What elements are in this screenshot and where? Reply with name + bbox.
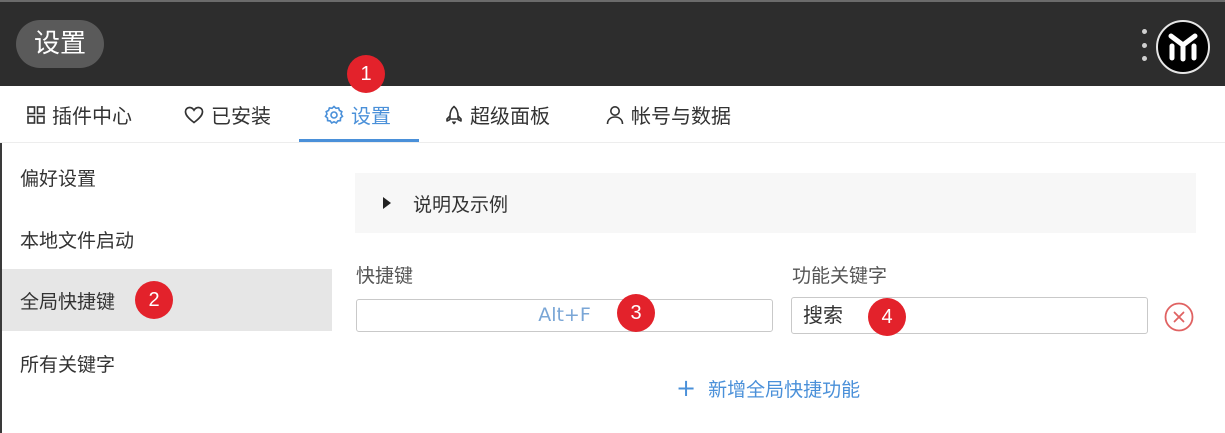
plus-icon: + bbox=[676, 374, 697, 402]
sidebar-item-label: 本地文件启动 bbox=[20, 229, 135, 252]
explain-label: 说明及示例 bbox=[413, 193, 509, 216]
add-button-label: 新增全局快捷功能 bbox=[708, 378, 861, 401]
tab-label: 已安装 bbox=[211, 104, 271, 128]
step-badge-1: 1 bbox=[347, 55, 385, 93]
top-bar: 设置 bbox=[0, 0, 1225, 86]
add-global-hotkey-button[interactable]: + 新增全局快捷功能 bbox=[676, 373, 860, 403]
tab-label: 设置 bbox=[351, 104, 391, 128]
app-logo-icon[interactable] bbox=[1156, 20, 1210, 74]
gear-icon bbox=[324, 104, 344, 124]
tab-settings[interactable]: 设置 bbox=[324, 86, 391, 143]
caret-right-icon bbox=[383, 197, 391, 209]
tab-plugin-center[interactable]: 插件中心 bbox=[27, 86, 132, 143]
sidebar-item-all-keywords[interactable]: 所有关键字 bbox=[2, 332, 332, 394]
sidebar-item-preferences[interactable]: 偏好设置 bbox=[2, 146, 332, 208]
grid-icon bbox=[27, 105, 45, 124]
sidebar-item-label: 偏好设置 bbox=[20, 167, 97, 190]
hotkey-input[interactable]: Alt+F bbox=[356, 299, 773, 332]
step-badge-2: 2 bbox=[135, 281, 173, 319]
tab-bar: 插件中心 已安装 设置 超级面板 帐号与数据 bbox=[0, 86, 1225, 143]
keyword-input[interactable]: 搜索 bbox=[791, 297, 1148, 334]
active-tab-indicator bbox=[299, 139, 419, 142]
rocket-icon bbox=[446, 105, 462, 124]
tab-label: 超级面板 bbox=[470, 104, 550, 128]
tab-label: 帐号与数据 bbox=[631, 104, 731, 128]
heart-icon bbox=[184, 106, 204, 124]
step-badge-4: 4 bbox=[868, 298, 906, 336]
sidebar-item-label: 所有关键字 bbox=[20, 353, 116, 376]
user-icon bbox=[606, 105, 624, 124]
tab-installed[interactable]: 已安装 bbox=[184, 86, 271, 143]
remove-hotkey-icon[interactable] bbox=[1164, 302, 1194, 332]
page-title: 设置 bbox=[16, 20, 105, 68]
sidebar-item-label: 全局快捷键 bbox=[20, 290, 116, 313]
step-badge-3: 3 bbox=[617, 294, 655, 332]
tab-account-data[interactable]: 帐号与数据 bbox=[606, 86, 731, 143]
sidebar-item-local-file-launch[interactable]: 本地文件启动 bbox=[2, 208, 332, 270]
more-options-icon[interactable] bbox=[1139, 29, 1149, 61]
explain-collapsible[interactable]: 说明及示例 bbox=[355, 173, 1196, 233]
tab-super-panel[interactable]: 超级面板 bbox=[445, 86, 550, 143]
tab-label: 插件中心 bbox=[52, 104, 132, 128]
keyword-label: 功能关键字 bbox=[792, 265, 888, 287]
hotkey-label: 快捷键 bbox=[356, 265, 414, 287]
